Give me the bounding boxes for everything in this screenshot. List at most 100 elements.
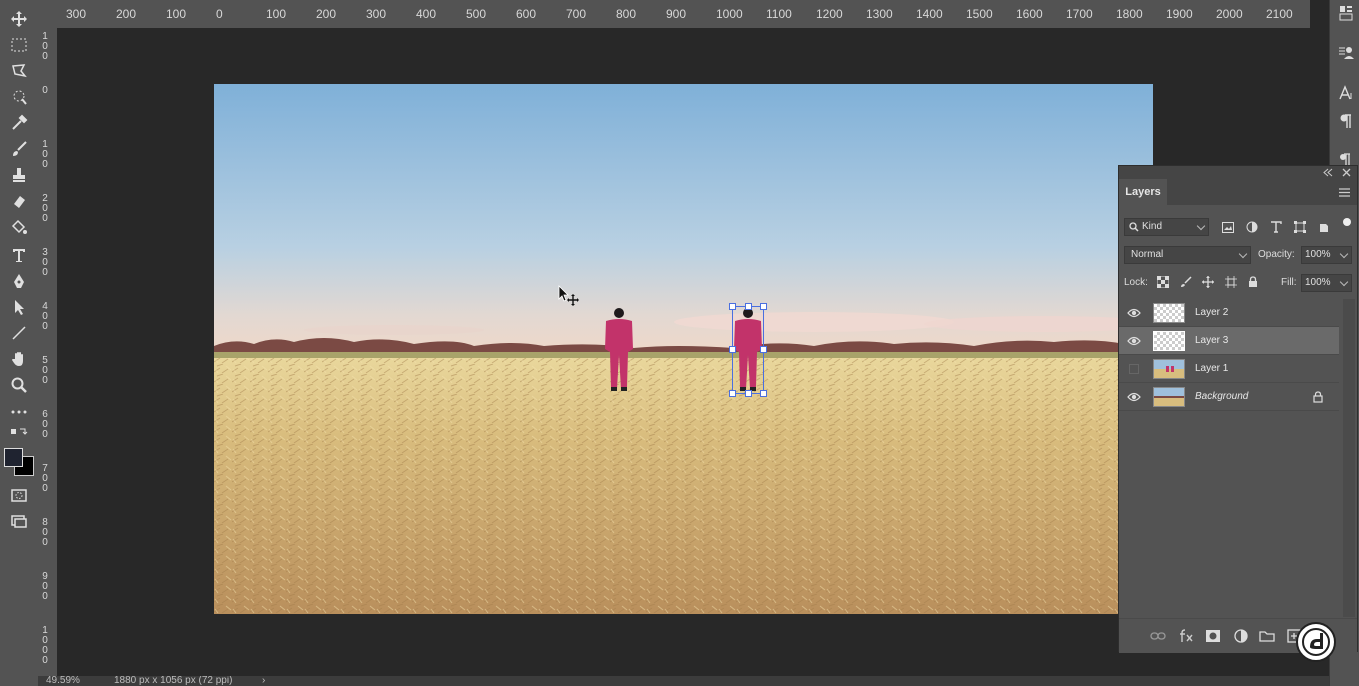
screen-mode-icon[interactable] (6, 510, 32, 532)
panel-menu-icon[interactable] (1339, 188, 1350, 197)
layer-name[interactable]: Layer 2 (1195, 307, 1228, 318)
ruler-left-label: 0 (42, 85, 48, 96)
zoom-icon[interactable] (6, 374, 32, 396)
move-icon[interactable] (6, 8, 32, 30)
lock-transparent-icon[interactable] (1156, 275, 1170, 289)
filter-pixel-icon[interactable] (1221, 220, 1235, 234)
layer-row-background[interactable]: Background (1119, 383, 1339, 411)
zoom-level[interactable]: 49.59% (46, 676, 80, 686)
channel-logo (1296, 622, 1336, 662)
filter-adjustment-icon[interactable] (1245, 220, 1259, 234)
filter-type-icon[interactable] (1269, 220, 1283, 234)
lock-all-icon[interactable] (1246, 275, 1260, 289)
type-icon[interactable] (6, 244, 32, 266)
lock-label: Lock: (1124, 277, 1148, 288)
panel-header-strip[interactable] (1119, 166, 1357, 179)
layer-row-layer-3[interactable]: Layer 3 (1119, 327, 1339, 355)
paint-bucket-icon[interactable] (6, 216, 32, 238)
opacity-field[interactable]: 100% (1301, 246, 1352, 264)
layer-list-scrollbar[interactable] (1343, 299, 1355, 617)
color-swatches[interactable] (4, 446, 34, 476)
eraser-icon[interactable] (6, 190, 32, 212)
line-icon[interactable] (6, 322, 32, 344)
quick-select-icon[interactable] (6, 86, 32, 108)
layer-filter-select[interactable]: Kind (1124, 218, 1209, 236)
vertical-ruler[interactable]: 100 0 100 200 300 400 500 600 700 800 900 1000 (38, 28, 58, 676)
ruler-top-label: 200 (116, 7, 137, 21)
properties-icon[interactable] (1335, 2, 1357, 24)
ruler-top-label: 1200 (816, 7, 843, 21)
marquee-icon[interactable] (6, 34, 32, 56)
ruler-left-label: 400 (42, 301, 48, 332)
fill-label: Fill: (1281, 277, 1297, 288)
layer-name[interactable]: Layer 1 (1195, 363, 1228, 374)
ruler-top-label: 1800 (1116, 7, 1143, 21)
filter-toggle[interactable] (1343, 218, 1351, 226)
ruler-left-label: 800 (42, 517, 48, 548)
search-icon (1129, 222, 1139, 232)
link-icon[interactable] (1149, 627, 1167, 645)
lock-pixels-icon[interactable] (1179, 275, 1193, 289)
ruler-top-label: 100 (166, 7, 187, 21)
hand-icon[interactable] (6, 348, 32, 370)
lock-artboard-icon[interactable] (1224, 275, 1238, 289)
fill-field[interactable]: 100% (1301, 274, 1352, 292)
layer-row-layer-2[interactable]: Layer 2 (1119, 299, 1339, 327)
ruler-top-label: 100 (266, 7, 287, 21)
paragraph-icon[interactable] (1335, 110, 1357, 132)
pen-icon[interactable] (6, 270, 32, 292)
ruler-top-label: 700 (566, 7, 587, 21)
filter-smart-object-icon[interactable] (1317, 220, 1331, 234)
ruler-top-label: 1500 (966, 7, 993, 21)
swap-colors-icon[interactable] (6, 426, 32, 440)
document-image (214, 84, 1153, 614)
panel-tab-bar: Layers (1119, 179, 1357, 205)
ruler-top-label: 0 (216, 7, 223, 21)
path-select-icon[interactable] (6, 296, 32, 318)
ruler-top-label: 400 (416, 7, 437, 21)
foreground-color-swatch[interactable] (4, 448, 23, 467)
ruler-top-label: 1700 (1066, 7, 1093, 21)
ruler-top-label: 200 (316, 7, 337, 21)
character-styles-icon[interactable] (1335, 42, 1357, 64)
blend-mode-select[interactable]: Normal (1124, 246, 1251, 264)
layers-panel: Layers Kind Normal Opacity: 100% Lock: F… (1118, 165, 1358, 653)
lock-icon[interactable] (1313, 391, 1323, 403)
horizontal-ruler[interactable]: 300 200 100 0 100 200 300 400 500 600 700 800 900 100… (38, 0, 1310, 29)
lock-position-icon[interactable] (1201, 275, 1215, 289)
mask-icon[interactable] (1204, 627, 1222, 645)
visibility-toggle-off[interactable] (1129, 364, 1139, 374)
status-arrow[interactable]: › (262, 676, 265, 686)
stamp-icon[interactable] (6, 164, 32, 186)
folder-icon[interactable] (1258, 627, 1276, 645)
layer-name[interactable]: Background (1195, 391, 1248, 402)
chevron-down-icon[interactable] (1339, 249, 1349, 259)
layer-name[interactable]: Layer 3 (1195, 335, 1228, 346)
eye-icon[interactable] (1127, 335, 1141, 347)
character-icon[interactable] (1335, 82, 1357, 104)
eyedropper-icon[interactable] (6, 112, 32, 134)
chevron-down-icon[interactable] (1339, 277, 1349, 287)
layer-thumbnail (1153, 303, 1185, 323)
adjustment-icon[interactable] (1232, 627, 1250, 645)
ruler-top-label: 1900 (1166, 7, 1193, 21)
fx-icon[interactable] (1177, 627, 1195, 645)
more-icon[interactable] (6, 400, 32, 422)
ruler-left-label: 900 (42, 571, 48, 602)
lasso-icon[interactable] (6, 60, 32, 82)
ruler-top-label: 2000 (1216, 7, 1243, 21)
tab-layers[interactable]: Layers (1119, 179, 1167, 205)
document-canvas[interactable] (214, 84, 1153, 614)
opacity-label: Opacity: (1258, 249, 1295, 260)
brush-icon[interactable] (6, 138, 32, 160)
eye-icon[interactable] (1127, 307, 1141, 319)
ruler-top-label: 1400 (916, 7, 943, 21)
filter-shape-icon[interactable] (1293, 220, 1307, 234)
layer-row-layer-1[interactable]: Layer 1 (1119, 355, 1339, 383)
ruler-top-label: 800 (616, 7, 637, 21)
collapse-icon[interactable] (1323, 168, 1333, 177)
close-icon[interactable] (1342, 168, 1351, 177)
quick-mask-icon[interactable] (6, 484, 32, 506)
ruler-left-label: 100 (42, 139, 48, 170)
eye-icon[interactable] (1127, 391, 1141, 403)
